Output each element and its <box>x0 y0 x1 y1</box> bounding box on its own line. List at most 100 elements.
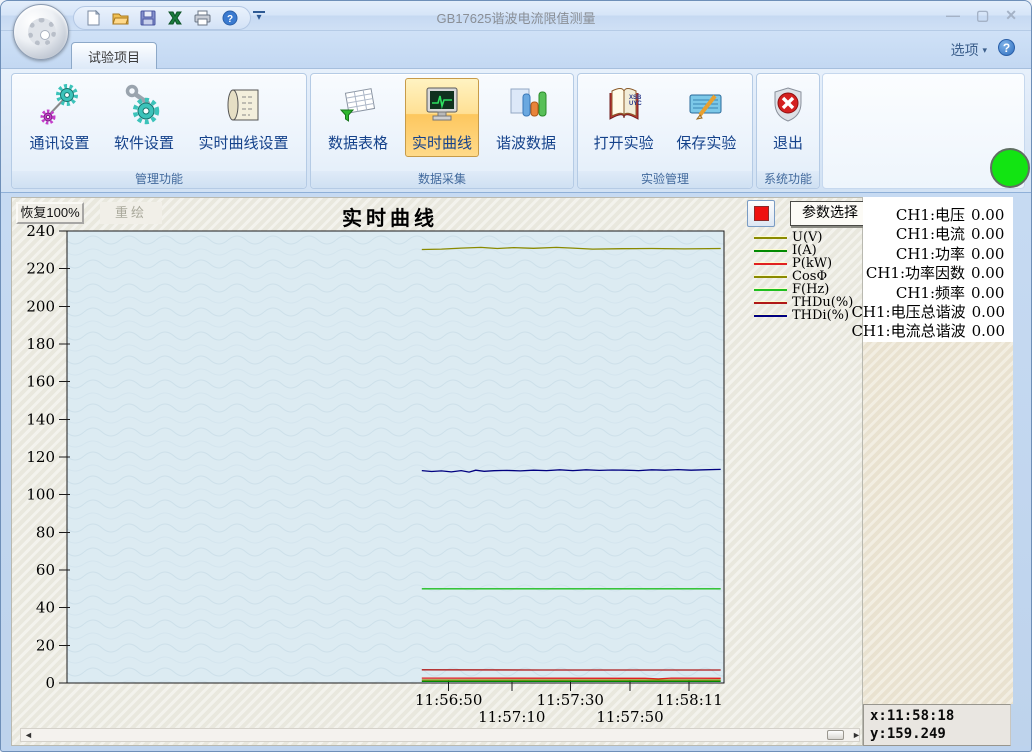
svg-text:11:57:50: 11:57:50 <box>596 708 663 726</box>
channel-value-row: CH1:功率因数 0.00 <box>863 262 1013 281</box>
cursor-x: x:11:58:18 <box>870 707 1004 725</box>
open-experiment-button[interactable]: XSB UYC 打开实验 <box>587 78 661 157</box>
svg-text:?: ? <box>227 14 233 25</box>
open-file-icon[interactable] <box>112 10 129 26</box>
svg-text:11:57:10: 11:57:10 <box>478 708 545 726</box>
quick-access-toolbar: ? <box>73 6 251 30</box>
channel-value-row: CH1:电压总谐波 0.00 <box>863 301 1013 320</box>
options-menu[interactable]: 选项 ▾ <box>951 40 987 60</box>
ribbon-group-management: 通讯设置 软件设置 <box>11 73 307 189</box>
new-document-icon[interactable] <box>86 10 101 26</box>
channel-value-row: CH1:电压 0.00 <box>863 204 1013 223</box>
side-blank-panel <box>863 342 1013 704</box>
svg-text:140: 140 <box>26 410 55 428</box>
time-scrollbar[interactable]: ◄ ► <box>20 728 860 742</box>
tab-test-project[interactable]: 试验项目 <box>71 42 157 69</box>
legend-line-swatch <box>754 302 787 304</box>
group-label-management: 管理功能 <box>12 171 306 188</box>
scroll-left-icon[interactable]: ◄ <box>24 730 33 741</box>
channel-value: 0.00 <box>971 264 1005 282</box>
save-experiment-button[interactable]: 保存实验 <box>669 78 743 157</box>
window-controls: — ▢ ✕ <box>946 7 1017 24</box>
chart-title: 实时曲线 <box>342 202 572 231</box>
svg-text:120: 120 <box>26 448 55 466</box>
svg-text:20: 20 <box>36 636 55 654</box>
svg-text:80: 80 <box>36 523 55 541</box>
channel-value: 0.00 <box>972 303 1005 321</box>
comm-settings-icon <box>37 83 81 127</box>
svg-text:240: 240 <box>26 222 55 240</box>
realtime-curve-icon <box>420 83 464 127</box>
legend-item: THDi(%) <box>754 309 853 322</box>
scroll-right-icon[interactable]: ► <box>852 730 861 741</box>
legend-line-swatch <box>754 315 787 317</box>
parameter-select-button[interactable]: 参数选择 <box>790 201 870 226</box>
cursor-readout-panel: x:11:58:18 y:159.249 <box>863 704 1011 746</box>
svg-text:0: 0 <box>45 674 55 692</box>
software-settings-button[interactable]: 软件设置 <box>107 78 181 157</box>
save-icon[interactable] <box>140 10 156 26</box>
open-experiment-icon: XSB UYC <box>602 83 646 127</box>
maximize-button[interactable]: ▢ <box>976 7 989 24</box>
excel-export-icon[interactable] <box>167 10 183 26</box>
channel-value: 0.00 <box>971 245 1005 263</box>
software-settings-icon <box>122 83 166 127</box>
channel-value-row: CH1:功率 0.00 <box>863 243 1013 262</box>
svg-text:11:58:11: 11:58:11 <box>655 691 722 709</box>
realtime-curve-button[interactable]: 实时曲线 <box>405 78 479 157</box>
close-button[interactable]: ✕ <box>1005 7 1017 24</box>
svg-text:160: 160 <box>26 373 55 391</box>
restore-zoom-button[interactable]: 恢复100% <box>16 202 84 224</box>
svg-text:UYC: UYC <box>629 101 642 107</box>
stop-acquisition-button[interactable] <box>747 200 775 227</box>
channel-value-row: CH1:频率 0.00 <box>863 282 1013 301</box>
exit-icon <box>766 83 810 127</box>
ribbon: 通讯设置 软件设置 <box>1 69 1031 193</box>
application-orb-button[interactable] <box>13 4 69 60</box>
gear-icon <box>28 18 56 46</box>
exit-button[interactable]: 退出 <box>759 78 817 157</box>
svg-text:100: 100 <box>26 486 55 504</box>
curve-settings-icon <box>221 83 265 127</box>
title-bar: GB17625谐波电流限值测量 <box>1 1 1031 31</box>
print-icon[interactable] <box>194 10 211 26</box>
ribbon-group-acquisition: 数据表格 实时曲线 <box>310 73 574 189</box>
svg-text:200: 200 <box>26 297 55 315</box>
stop-icon <box>754 206 769 221</box>
redraw-button[interactable]: 重绘 <box>100 202 162 224</box>
curve-settings-button[interactable]: 实时曲线设置 <box>191 78 295 157</box>
legend-line-swatch <box>754 263 787 265</box>
data-table-button[interactable]: 数据表格 <box>321 78 395 157</box>
svg-text:11:56:50: 11:56:50 <box>415 691 482 709</box>
group-label-system: 系统功能 <box>757 171 819 188</box>
cursor-y: y:159.249 <box>870 725 1004 743</box>
svg-text:60: 60 <box>36 561 55 579</box>
app-window: GB17625谐波电流限值测量 <box>0 0 1032 752</box>
channel-value: 0.00 <box>972 322 1005 340</box>
scrollbar-thumb[interactable] <box>827 730 844 740</box>
chart-panel: 02040608010012014016018020022024011:56:5… <box>11 197 863 746</box>
status-indicator <box>990 148 1030 188</box>
ribbon-group-experiment: XSB UYC 打开实验 保存实验 <box>577 73 753 189</box>
right-column: CH1:电压 0.00 CH1:电流 0.00 CH1:功率 0.00 CH1:… <box>863 197 1013 746</box>
minimize-button[interactable]: — <box>946 7 960 24</box>
ribbon-help-icon[interactable]: ? <box>998 39 1015 56</box>
channel-values-panel: CH1:电压 0.00 CH1:电流 0.00 CH1:功率 0.00 CH1:… <box>863 197 1013 342</box>
channel-value: 0.00 <box>971 284 1005 302</box>
group-label-experiment: 实验管理 <box>578 171 752 188</box>
data-table-icon <box>336 83 380 127</box>
qat-customize-icon[interactable]: ▾ <box>253 11 265 21</box>
comm-settings-button[interactable]: 通讯设置 <box>22 78 96 157</box>
channel-value: 0.00 <box>971 225 1005 243</box>
save-experiment-icon <box>684 83 728 127</box>
chart-legend: U(V) I(A) P(kW) CosΦ F(Hz) THDu(%) <box>754 231 853 322</box>
legend-line-swatch <box>754 276 787 278</box>
channel-value: 0.00 <box>971 206 1005 224</box>
legend-line-swatch <box>754 237 787 239</box>
legend-line-swatch <box>754 250 787 252</box>
help-icon[interactable]: ? <box>222 10 238 26</box>
ribbon-tab-row: 试验项目 选项 ▾ ? <box>1 31 1031 69</box>
channel-value-row: CH1:电流总谐波 0.00 <box>863 320 1013 339</box>
harmonic-data-button[interactable]: 谐波数据 <box>489 78 563 157</box>
realtime-curve-plot[interactable]: 02040608010012014016018020022024011:56:5… <box>12 198 864 728</box>
